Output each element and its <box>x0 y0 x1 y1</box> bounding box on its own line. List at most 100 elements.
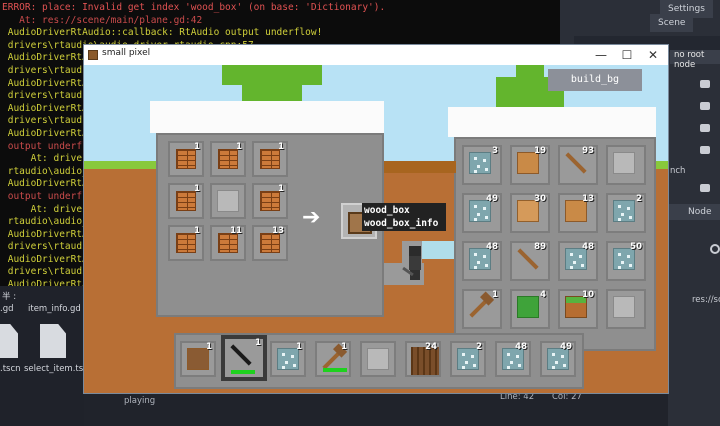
grass-block-icon <box>517 296 539 318</box>
file-name[interactable]: .gd <box>0 304 14 314</box>
item-slot[interactable]: 49 <box>462 193 502 233</box>
item-count: 1 <box>194 184 200 194</box>
item-count: 13 <box>582 194 594 204</box>
item-slot[interactable]: 3 <box>462 145 502 185</box>
item-count: 48 <box>486 242 498 252</box>
item-count: 1 <box>278 184 284 194</box>
file-name[interactable]: item_info.gd <box>28 304 81 314</box>
item-count: 89 <box>534 242 546 252</box>
item-count: 1 <box>194 142 200 152</box>
lock-icon[interactable] <box>700 146 710 154</box>
item-slot[interactable]: 13 <box>558 193 598 233</box>
item-slot[interactable]: 1 <box>210 141 246 177</box>
item-slot[interactable]: 1 <box>168 225 204 261</box>
item-slot[interactable]: 13 <box>252 225 288 261</box>
item-slot[interactable] <box>606 289 646 329</box>
item-count: 4 <box>540 290 546 300</box>
stone-icon <box>367 348 389 370</box>
item-count: 48 <box>582 242 594 252</box>
item-tooltip: wood_box wood_box_info <box>362 203 446 231</box>
tab-node[interactable]: Node <box>668 204 720 220</box>
brick-icon <box>176 191 196 211</box>
item-slot[interactable]: 30 <box>510 193 550 233</box>
item-slot[interactable]: 10 <box>558 289 598 329</box>
close-button[interactable]: ✕ <box>640 47 666 63</box>
item-count: 2 <box>476 342 482 352</box>
item-count: 13 <box>272 226 284 236</box>
item-slot[interactable]: 1 <box>270 341 306 377</box>
item-slot[interactable]: 2 <box>606 193 646 233</box>
item-slot[interactable]: 1 <box>168 183 204 219</box>
item-count: 19 <box>534 146 546 156</box>
console-line: At: res://scene/main/plane.gd:42 <box>2 14 203 26</box>
item-slot[interactable]: 48 <box>462 241 502 281</box>
window-titlebar[interactable]: small pixel — ☐ ✕ <box>84 45 668 65</box>
item-count: 24 <box>425 342 437 352</box>
pickaxe-icon <box>230 344 252 366</box>
ore-icon <box>613 200 635 222</box>
player-head <box>409 246 421 256</box>
build-button[interactable]: build_bg <box>548 69 642 91</box>
item-slot[interactable] <box>360 341 396 377</box>
item-slot[interactable] <box>210 183 246 219</box>
item-count: 50 <box>630 242 642 252</box>
lock-icon[interactable] <box>700 124 710 132</box>
item-slot[interactable]: 48 <box>558 241 598 281</box>
file-icon[interactable] <box>0 324 18 358</box>
file-icon[interactable] <box>40 324 66 358</box>
item-count: 49 <box>560 342 572 352</box>
item-slot[interactable] <box>606 145 646 185</box>
item-slot[interactable]: 1 <box>221 335 267 381</box>
item-count: 1 <box>341 342 347 352</box>
item-slot[interactable]: 93 <box>558 145 598 185</box>
lock-icon[interactable] <box>700 80 710 88</box>
item-slot[interactable]: 1 <box>180 341 216 377</box>
item-slot[interactable]: 1 <box>168 141 204 177</box>
item-slot[interactable]: 2 <box>450 341 486 377</box>
brick-icon <box>260 233 280 253</box>
item-count: 1 <box>206 342 212 352</box>
side-path-text: res://sc <box>692 295 720 305</box>
item-count: 30 <box>534 194 546 204</box>
file-name[interactable]: .tscn <box>0 364 21 374</box>
maximize-button[interactable]: ☐ <box>614 47 640 63</box>
item-slot[interactable]: 89 <box>510 241 550 281</box>
item-slot[interactable]: 1 <box>462 289 502 329</box>
lock-icon[interactable] <box>700 184 710 192</box>
water <box>422 241 454 259</box>
game-viewport[interactable]: ➔ wood_box wood_box_info build_bg 111111… <box>84 65 668 393</box>
item-count: 49 <box>486 194 498 204</box>
stone-icon <box>613 152 635 174</box>
item-slot[interactable]: 4 <box>510 289 550 329</box>
stone-icon <box>613 296 635 318</box>
item-slot[interactable]: 24 <box>405 341 441 377</box>
item-slot[interactable]: 1 <box>252 141 288 177</box>
no-root-node-label: no root node <box>670 50 720 70</box>
console-line: AudioDriverRtAudio::callback: RtAudio ou… <box>2 27 323 39</box>
lock-icon[interactable] <box>700 102 710 110</box>
snow-roof <box>448 107 656 137</box>
item-count: 2 <box>636 194 642 204</box>
tree-canopy <box>516 65 544 77</box>
item-slot[interactable]: 48 <box>495 341 531 377</box>
ore-icon <box>469 152 491 174</box>
tree-canopy <box>242 85 302 101</box>
minimize-button[interactable]: — <box>588 47 614 63</box>
game-window: small pixel — ☐ ✕ ➔ wood_box wood_box_in… <box>83 44 669 394</box>
item-slot[interactable]: 11 <box>210 225 246 261</box>
tooltip-title: wood_box <box>364 205 410 216</box>
side-text: nch <box>670 166 686 176</box>
item-slot[interactable]: 19 <box>510 145 550 185</box>
item-count: 1 <box>492 290 498 300</box>
item-count: 1 <box>296 342 302 352</box>
search-icon[interactable] <box>710 244 720 254</box>
item-slot[interactable]: 1 <box>315 341 351 377</box>
durability-bar <box>231 370 255 374</box>
item-slot[interactable]: 49 <box>540 341 576 377</box>
item-slot[interactable]: 50 <box>606 241 646 281</box>
status-text: playing <box>124 396 156 406</box>
durability-bar <box>323 368 347 372</box>
tab-scene[interactable]: Scene <box>650 14 694 32</box>
item-slot[interactable]: 1 <box>252 183 288 219</box>
window-title: small pixel <box>102 48 151 58</box>
